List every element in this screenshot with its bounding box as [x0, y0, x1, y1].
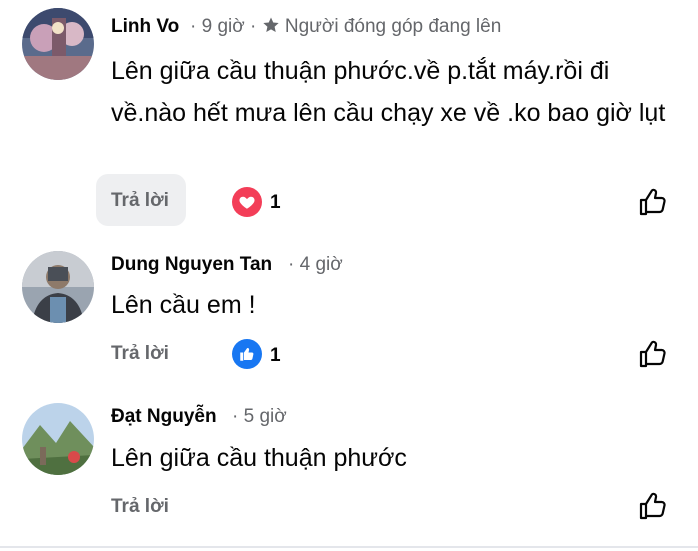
- comment-author[interactable]: Đạt Nguyễn: [111, 406, 217, 428]
- star-icon: [262, 16, 280, 40]
- reaction-count[interactable]: 1: [270, 192, 281, 214]
- reply-button[interactable]: Trả lời: [111, 190, 169, 212]
- separator: ·: [288, 254, 295, 275]
- comment-time[interactable]: 4 giờ: [300, 254, 343, 275]
- comment-1: Linh Vo · 9 giờ · Người đóng góp đang lê…: [0, 0, 698, 235]
- comment-text: Lên giữa cầu thuận phước.về p.tắt máy.rồ…: [111, 57, 666, 127]
- comment-author[interactable]: Linh Vo: [111, 16, 179, 38]
- separator: ·: [232, 406, 239, 427]
- comment-meta: · 9 giờ · Người đóng góp đang lên: [190, 16, 501, 40]
- comment-text: Lên cầu em !: [111, 291, 256, 319]
- comment-author[interactable]: Dung Nguyen Tan: [111, 254, 272, 276]
- comment-3: Đạt Nguyễn · 5 giờ Lên giữa cầu thuận ph…: [0, 385, 698, 545]
- thumbs-up-icon[interactable]: [232, 339, 262, 369]
- reaction-count[interactable]: 1: [270, 345, 281, 367]
- thumbs-up-outline-icon[interactable]: [637, 338, 669, 370]
- thumbs-up-outline-icon[interactable]: [637, 186, 669, 218]
- reply-button[interactable]: Trả lời: [111, 496, 169, 518]
- reply-button[interactable]: Trả lời: [111, 343, 169, 365]
- comment-time[interactable]: 5 giờ: [244, 406, 287, 427]
- avatar-image: [22, 403, 94, 475]
- contributor-badge[interactable]: Người đóng góp đang lên: [285, 16, 501, 37]
- avatar-image: [22, 8, 94, 80]
- separator: ·: [190, 16, 197, 37]
- comment-meta: · 4 giờ: [288, 254, 343, 276]
- comment-time[interactable]: 9 giờ: [202, 16, 245, 37]
- comment-meta: · 5 giờ: [232, 406, 287, 428]
- avatar-image: [22, 251, 94, 323]
- comment-2: Dung Nguyen Tan · 4 giờ Lên cầu em ! Trả…: [0, 235, 698, 385]
- avatar[interactable]: [22, 251, 94, 323]
- avatar[interactable]: [22, 8, 94, 80]
- heart-icon[interactable]: [232, 187, 262, 217]
- thumbs-up-outline-icon[interactable]: [637, 490, 669, 522]
- avatar[interactable]: [22, 403, 94, 475]
- comment-text: Lên giữa cầu thuận phước: [111, 444, 407, 472]
- divider: [0, 546, 698, 548]
- separator: ·: [249, 16, 257, 37]
